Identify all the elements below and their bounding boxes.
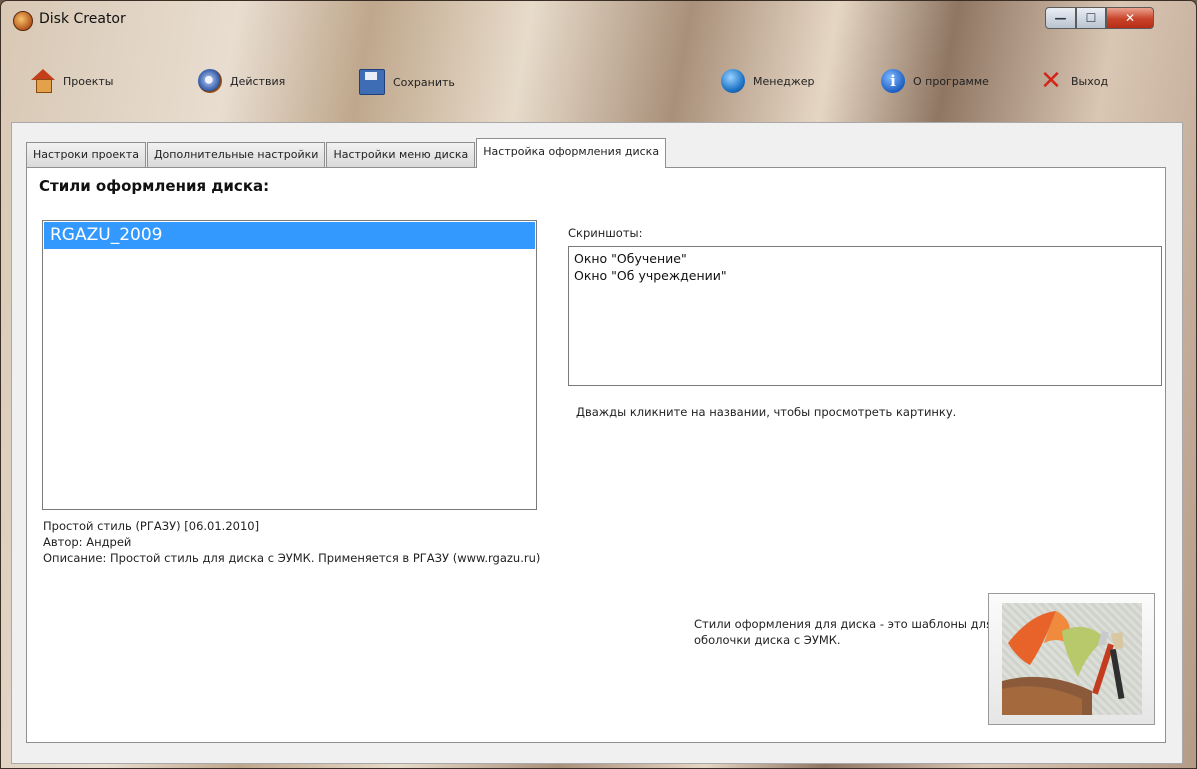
app-icon — [13, 11, 33, 31]
tab-disk-menu-settings[interactable]: Настройки меню диска — [326, 142, 476, 167]
floppy-disk-icon — [359, 69, 385, 95]
manager-button[interactable]: Менеджер — [721, 69, 814, 93]
exit-button[interactable]: ✕ Выход — [1039, 66, 1109, 96]
styles-listbox[interactable]: RGAZU_2009 — [42, 220, 537, 510]
window-title: Disk Creator — [39, 11, 126, 27]
maximize-icon: ☐ — [1085, 11, 1097, 25]
screenshots-listbox[interactable]: Окно "Обучение" Окно "Об учреждении" — [568, 246, 1162, 386]
page-title: Стили оформления диска: — [39, 177, 270, 195]
tab-strip: Настроки проекта Дополнительные настройк… — [26, 137, 667, 168]
close-button[interactable]: ✕ — [1106, 7, 1154, 29]
close-icon: ✕ — [1124, 11, 1136, 25]
style-description: Описание: Простой стиль для диска с ЭУМК… — [43, 551, 541, 565]
screenshots-label: Скриншоты: — [568, 226, 643, 240]
paint-canvas-icon — [1001, 603, 1142, 715]
minimize-icon: — — [1054, 11, 1067, 25]
style-preview-image — [988, 593, 1155, 725]
list-item[interactable]: RGAZU_2009 — [44, 222, 535, 249]
save-button[interactable]: Сохранить — [359, 69, 455, 95]
about-button[interactable]: i О программе — [881, 69, 989, 93]
exit-label: Выход — [1071, 74, 1109, 88]
minimize-button[interactable]: — — [1045, 7, 1076, 29]
tab-panel: Стили оформления диска: RGAZU_2009 Прост… — [26, 167, 1166, 743]
list-item[interactable]: Окно "Обучение" — [574, 250, 1156, 267]
style-author: Автор: Андрей — [43, 535, 132, 549]
title-bar: Disk Creator — ☐ ✕ — [1, 1, 1196, 43]
actions-button[interactable]: Действия — [198, 69, 285, 93]
gear-icon — [198, 69, 222, 93]
app-window: Disk Creator — ☐ ✕ Проекты Действия Сохр… — [0, 0, 1197, 769]
projects-button[interactable]: Проекты — [31, 69, 114, 93]
save-label: Сохранить — [393, 75, 455, 89]
house-icon — [31, 69, 55, 93]
tab-project-settings[interactable]: Настроки проекта — [26, 142, 146, 167]
red-x-icon: ✕ — [1040, 66, 1062, 96]
toolbar: Проекты Действия Сохранить Менеджер i О … — [9, 57, 1181, 109]
list-item[interactable]: Окно "Об учреждении" — [574, 267, 1156, 284]
style-info: Простой стиль (РГАЗУ) [06.01.2010] Автор… — [43, 518, 543, 566]
style-name: Простой стиль (РГАЗУ) [06.01.2010] — [43, 519, 260, 533]
actions-label: Действия — [230, 74, 286, 88]
maximize-button[interactable]: ☐ — [1076, 7, 1106, 29]
manager-label: Менеджер — [753, 74, 815, 88]
styles-description: Стили оформления для диска - это шаблоны… — [694, 617, 993, 647]
about-label: О программе — [913, 74, 989, 88]
projects-label: Проекты — [63, 74, 114, 88]
tab-disk-design-settings[interactable]: Настройка оформления диска — [476, 138, 667, 168]
globe-icon — [721, 69, 745, 93]
info-icon: i — [881, 69, 905, 93]
content-area: Настроки проекта Дополнительные настройк… — [11, 122, 1183, 764]
screenshots-hint: Дважды кликните на названии, чтобы просм… — [576, 405, 957, 419]
tab-additional-settings[interactable]: Дополнительные настройки — [146, 142, 326, 167]
